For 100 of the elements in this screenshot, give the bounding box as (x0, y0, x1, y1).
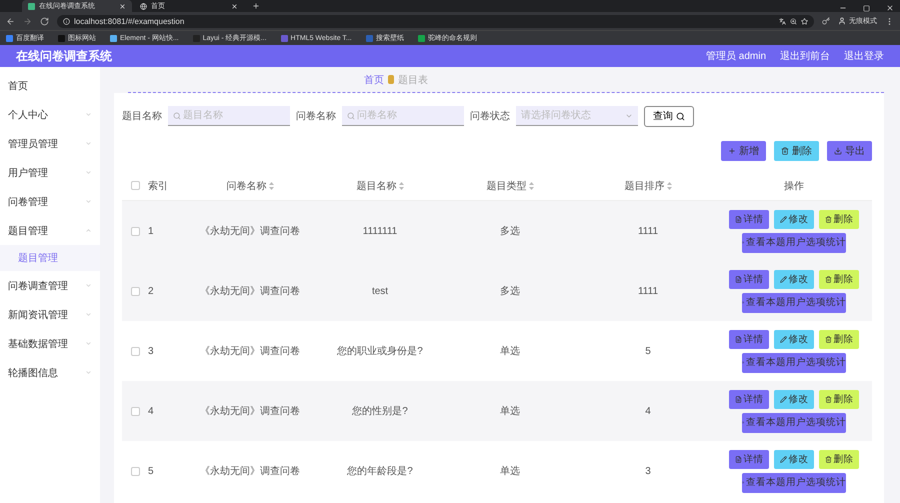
sidebar-item[interactable]: 管理员管理 (0, 129, 100, 158)
checkbox[interactable] (130, 346, 140, 356)
column-header[interactable]: 题目类型 (486, 178, 526, 192)
table-cell-text: 您的年龄段是? (347, 464, 413, 478)
edit-button[interactable]: 修改 (774, 450, 814, 468)
checkbox[interactable] (130, 466, 140, 476)
pencil-icon (780, 216, 786, 222)
search-button[interactable]: 查询 (644, 106, 694, 126)
sidebar-item[interactable]: 新闻资讯管理 (0, 300, 100, 329)
column-header[interactable]: 题目排序 (624, 178, 664, 192)
new-tab-icon[interactable] (252, 2, 260, 10)
header-link[interactable]: 退出到前台 (780, 49, 830, 63)
delete-button[interactable]: 删除 (819, 390, 859, 408)
zoom-icon[interactable] (790, 18, 797, 24)
pencil-icon (780, 396, 786, 402)
column-header[interactable]: 问卷名称 (226, 178, 266, 192)
translate-icon[interactable] (779, 18, 786, 24)
trash-icon (824, 336, 832, 342)
table-cell: 1111 (638, 226, 658, 236)
tab-favicon-icon (28, 2, 35, 10)
table-cell-text: 《永劫无间》调查问卷 (200, 344, 300, 358)
delete-button[interactable]: 删除 (819, 210, 859, 228)
search-field[interactable]: 问卷名称 (342, 106, 464, 126)
delete-button[interactable]: 删除 (774, 141, 819, 161)
table-cell: 1 (148, 226, 154, 236)
table-cell: 5 (645, 346, 651, 356)
table-cell: 1111111 (362, 226, 398, 236)
reload-icon[interactable] (40, 16, 49, 26)
search-icon (173, 112, 181, 120)
table-cell-text: 《永劫无间》调查问卷 (200, 404, 300, 418)
globe-icon (140, 2, 147, 10)
edit-button[interactable]: 修改 (774, 270, 814, 288)
sidebar-item[interactable]: 问卷调查管理 (0, 271, 100, 300)
address-bar[interactable]: localhost:8081/#/examquestion (57, 14, 814, 28)
user-label: 管理员 admin (706, 50, 766, 63)
table-cell-text: 单选 (500, 464, 520, 478)
download-icon (834, 147, 842, 155)
delete-button[interactable]: 删除 (819, 330, 859, 348)
table-cell-text: 《永劫无间》调查问卷 (200, 284, 300, 298)
table-cell-text: 《永劫无间》调查问卷 (200, 224, 300, 238)
checkbox[interactable] (130, 286, 140, 296)
forward-icon[interactable] (23, 16, 32, 26)
edit-button[interactable]: 修改 (774, 390, 814, 408)
pencil-icon (780, 336, 786, 342)
document-icon (734, 336, 742, 342)
search-icon (347, 112, 355, 120)
pencil-icon (780, 456, 786, 462)
close-icon[interactable] (119, 2, 126, 10)
edit-button[interactable]: 修改 (774, 210, 814, 228)
delete-button[interactable]: 删除 (819, 270, 859, 288)
plus-icon (728, 147, 736, 155)
checkbox[interactable] (130, 226, 140, 236)
trash-icon (824, 216, 832, 222)
table-cell: 4 (148, 406, 154, 416)
pencil-icon (780, 276, 786, 282)
header-link[interactable]: 退出登录 (844, 49, 884, 63)
sidebar-item[interactable]: 问卷管理 (0, 187, 100, 216)
checkbox[interactable] (130, 181, 140, 190)
table-cell-text: 单选 (500, 344, 520, 358)
select-field[interactable]: 请选择问卷状态 (516, 106, 638, 126)
breadcrumb-item[interactable]: 首页 (364, 72, 384, 86)
table-cell-text: 多选 (500, 224, 520, 238)
key-icon[interactable] (822, 17, 830, 25)
trash-icon (781, 147, 789, 155)
sidebar-item[interactable]: 用户管理 (0, 158, 100, 187)
maximize-icon[interactable] (863, 5, 870, 12)
close-icon[interactable] (231, 2, 238, 10)
sidebar-item[interactable]: 基础数据管理 (0, 329, 100, 358)
document-icon (734, 396, 742, 402)
checkbox[interactable] (130, 406, 140, 416)
sidebar-item[interactable]: 轮播图信息 (0, 358, 100, 387)
table-cell: 2 (148, 286, 154, 296)
filter-label: 问卷名称 (296, 110, 336, 123)
column-header: 索引 (148, 180, 168, 192)
breadcrumb-item: 题目表 (398, 74, 428, 86)
sidebar-item[interactable]: 个人中心 (0, 100, 100, 129)
close-icon[interactable] (886, 4, 894, 12)
search-field[interactable]: 题目名称 (168, 106, 290, 126)
table-cell: 4 (645, 406, 651, 416)
table-cell: 3 (645, 466, 651, 476)
table-cell-text: 单选 (500, 404, 520, 418)
trash-icon (824, 276, 832, 282)
trash-icon (824, 396, 832, 402)
star-icon[interactable] (801, 18, 808, 24)
document-icon (734, 456, 742, 462)
table-cell-text: 您的性别是? (352, 404, 408, 418)
sidebar-item[interactable]: 首页 (0, 71, 100, 100)
user-icon (838, 17, 846, 25)
search-icon (676, 112, 685, 120)
sidebar-item[interactable]: 题目管理 (0, 216, 100, 245)
column-header[interactable]: 题目名称 (356, 178, 396, 192)
chevron-icon (625, 112, 633, 120)
sidebar-subitem[interactable]: 题目管理 (0, 245, 100, 271)
delete-button[interactable]: 删除 (819, 450, 859, 468)
edit-button[interactable]: 修改 (774, 330, 814, 348)
breadcrumb-separator-icon (388, 75, 394, 84)
back-icon[interactable] (6, 16, 15, 26)
table-cell-text: 多选 (500, 284, 520, 298)
info-icon[interactable] (63, 18, 70, 24)
column-header: 操作 (784, 180, 804, 192)
